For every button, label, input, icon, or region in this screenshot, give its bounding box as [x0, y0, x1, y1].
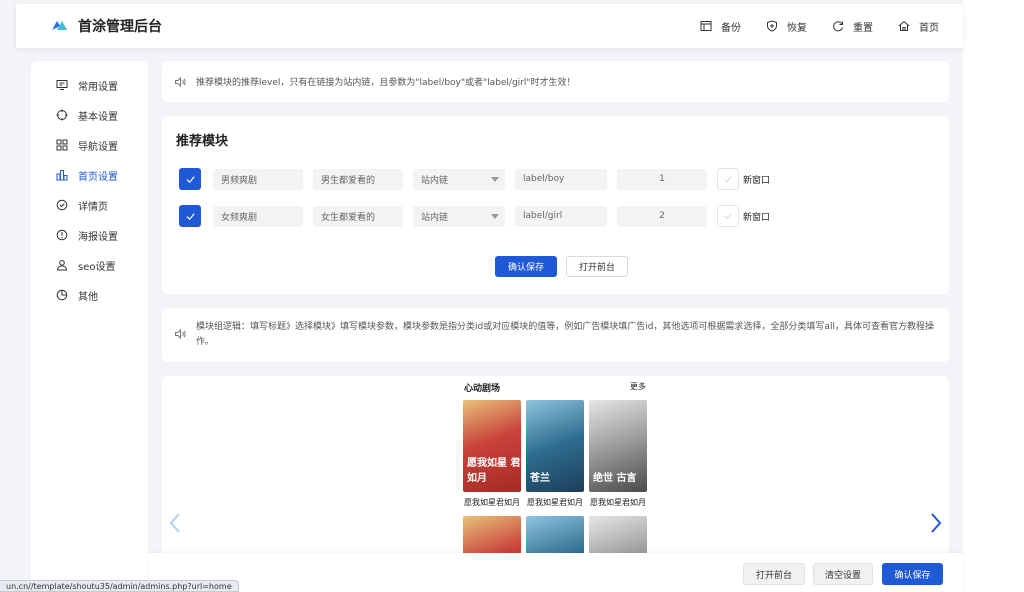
- link-type-select[interactable]: 站内链: [413, 168, 505, 190]
- home-label: 首页: [919, 22, 939, 34]
- home-icon: [897, 19, 911, 33]
- link-type-value: 站内链: [421, 175, 449, 186]
- save-button[interactable]: 确认保存: [495, 256, 557, 277]
- level-input[interactable]: 1: [617, 168, 707, 190]
- poster-image[interactable]: 苍兰: [526, 400, 584, 492]
- logic-notice-text: 模块组逻辑：填写标题》选择模块》填写模块参数，模块参数是指分类id或对应模块的值…: [196, 322, 934, 347]
- module-row: 女频爽剧 女生都爱看的 站内链 label/girl 2 新窗口: [179, 205, 770, 227]
- clear-settings-button[interactable]: 清空设置: [813, 563, 873, 585]
- carousel-prev-button[interactable]: [168, 512, 182, 534]
- new-window-checkbox[interactable]: [717, 205, 739, 227]
- poster-overlay-text: 愿我如星 君如月: [467, 458, 521, 484]
- refresh-icon: [831, 19, 845, 33]
- module-subtitle-input[interactable]: 女生都爱看的: [313, 205, 403, 227]
- user-icon: [55, 259, 68, 272]
- top-header: 首涂管理后台 备份 恢复 重置 首页: [16, 4, 963, 48]
- sidebar-item-detail[interactable]: 详情页: [31, 190, 148, 220]
- app-logo[interactable]: 首涂管理后台: [50, 16, 162, 36]
- check-icon: [185, 212, 195, 220]
- app-title: 首涂管理后台: [78, 19, 162, 35]
- module-name-input[interactable]: 男频爽剧: [213, 168, 303, 190]
- open-front-button[interactable]: 打开前台: [566, 256, 628, 277]
- sidebar-item-common[interactable]: 常用设置: [31, 70, 148, 100]
- reset-label: 重置: [853, 22, 873, 34]
- link-type-value: 站内链: [421, 212, 449, 223]
- sidebar-item-home[interactable]: 首页设置: [31, 160, 148, 190]
- sidebar-item-nav[interactable]: 导航设置: [31, 130, 148, 160]
- speaker-icon: [174, 328, 186, 340]
- logic-notice: 模块组逻辑：填写标题》选择模块》填写模块参数，模块参数是指分类id或对应模块的值…: [162, 308, 949, 362]
- check-icon: [185, 175, 195, 183]
- level-input[interactable]: 2: [617, 205, 707, 227]
- new-window-checkbox[interactable]: [717, 168, 739, 190]
- sidebar-item-basic[interactable]: 基本设置: [31, 100, 148, 130]
- preview-section-title: 心动剧场: [464, 384, 501, 394]
- sidebar-item-label: 首页设置: [78, 171, 118, 183]
- restore-button[interactable]: 恢复: [765, 19, 807, 34]
- crosshair-icon: [55, 109, 68, 122]
- module-subtitle-input[interactable]: 男生都爱看的: [313, 168, 403, 190]
- carousel-next-button[interactable]: [929, 512, 943, 534]
- sidebar-item-other[interactable]: 其他: [31, 280, 148, 310]
- poster-title: 愿我如星君如月: [590, 498, 646, 507]
- check-icon: [724, 213, 732, 220]
- window-right-edge: [963, 0, 1024, 592]
- module-title: 推荐模块: [176, 134, 229, 149]
- backup-button[interactable]: 备份: [699, 19, 741, 34]
- row-enable-checkbox[interactable]: [179, 205, 201, 227]
- link-type-select[interactable]: 站内链: [413, 205, 505, 227]
- sidebar-item-label: 详情页: [78, 201, 108, 213]
- preview-more-link[interactable]: 更多: [630, 381, 646, 392]
- home-button[interactable]: 首页: [897, 19, 939, 34]
- check-circle-icon: [55, 199, 68, 212]
- sidebar-item-label: 海报设置: [78, 231, 118, 243]
- poster-overlay-text: 绝世 古言: [593, 473, 637, 484]
- sidebar-item-label: 常用设置: [78, 81, 118, 93]
- open-front-button[interactable]: 打开前台: [743, 563, 805, 585]
- sidebar-item-label: 基本设置: [78, 111, 118, 123]
- reset-button[interactable]: 重置: [831, 19, 873, 34]
- recommend-module-panel: 推荐模块 男频爽剧 男生都爱看的 站内链 label/boy 1 新窗口 女频爽…: [162, 116, 949, 294]
- bar-chart-icon: [55, 169, 68, 182]
- logo-icon: [50, 18, 68, 35]
- param-input[interactable]: label/boy: [515, 168, 607, 190]
- poster-image[interactable]: 愿我如星 君如月: [463, 400, 521, 492]
- info-circle-icon: [55, 229, 68, 242]
- param-input[interactable]: label/girl: [515, 205, 607, 227]
- sidebar-item-label: 导航设置: [78, 141, 118, 153]
- check-icon: [724, 176, 732, 183]
- sidebar-item-label: 其他: [78, 291, 98, 303]
- row-enable-checkbox[interactable]: [179, 168, 201, 190]
- new-window-label: 新窗口: [743, 175, 771, 186]
- backup-label: 备份: [721, 22, 741, 34]
- module-row: 男频爽剧 男生都爱看的 站内链 label/boy 1 新窗口: [179, 168, 770, 190]
- shield-icon: [765, 19, 779, 33]
- new-window-label: 新窗口: [743, 212, 771, 223]
- poster-overlay-text: 苍兰: [530, 473, 550, 484]
- chevron-right-icon: [931, 513, 942, 533]
- speaker-icon: [174, 76, 186, 88]
- save-button[interactable]: 确认保存: [882, 563, 943, 585]
- status-url-bar: un.cn//template/shoutu35/admin/admins.ph…: [0, 580, 239, 592]
- chevron-down-icon: [491, 176, 499, 182]
- grid-icon: [55, 139, 68, 152]
- monitor-icon: [55, 79, 68, 92]
- chevron-left-icon: [169, 513, 180, 533]
- notice-text: 推荐模块的推荐level，只有在链接为站内链，且参数为"label/boy"或者…: [196, 78, 576, 88]
- backup-icon: [699, 19, 713, 33]
- poster-title: 愿我如星君如月: [464, 498, 520, 507]
- sidebar-item-seo[interactable]: seo设置: [31, 250, 148, 280]
- sidebar: 常用设置 基本设置 导航设置 首页设置 详情页 海报设置 seo设置 其他: [31, 61, 148, 592]
- restore-label: 恢复: [787, 22, 807, 34]
- notice-banner: 推荐模块的推荐level，只有在链接为站内链，且参数为"label/boy"或者…: [162, 61, 949, 102]
- bottom-action-bar: 打开前台 清空设置 确认保存: [148, 553, 963, 592]
- chevron-down-icon: [491, 213, 499, 219]
- sidebar-item-poster[interactable]: 海报设置: [31, 220, 148, 250]
- sidebar-item-label: seo设置: [78, 261, 116, 273]
- poster-title: 愿我如星君如月: [527, 498, 583, 507]
- pie-icon: [55, 289, 68, 302]
- module-name-input[interactable]: 女频爽剧: [213, 205, 303, 227]
- poster-image[interactable]: 绝世 古言: [589, 400, 647, 492]
